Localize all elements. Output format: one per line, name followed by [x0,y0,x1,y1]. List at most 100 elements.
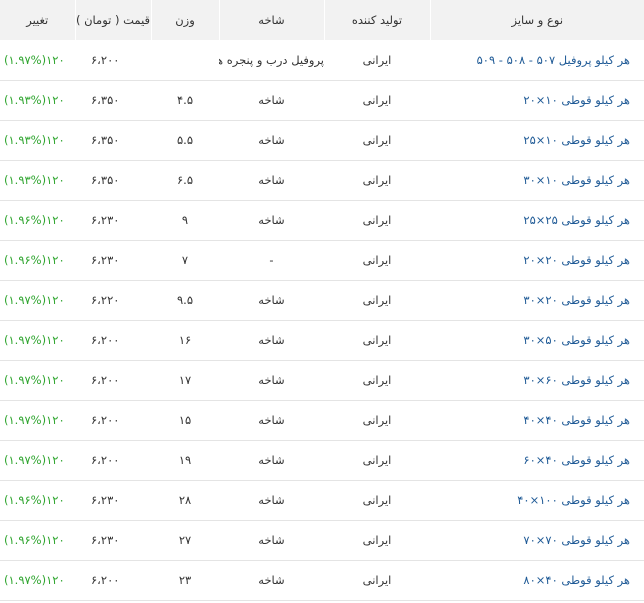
cell-change: ۱۲۰(۱.۹۷%) [4,413,65,427]
cell-type[interactable]: هر کیلو قوطی ۱۰×۲۵ [430,120,644,160]
product-link[interactable]: هر کیلو قوطی ۲۰×۳۰ [523,293,630,307]
cell-type[interactable]: هر کیلو قوطی ۲۰×۳۰ [430,280,644,320]
cell-producer: ایرانی [362,293,392,307]
cell-weight: ۶.۵ [176,173,193,187]
cell-producer: ایرانی [362,573,392,587]
cell-change: ۱۲۰(۱.۹۷%) [4,453,65,467]
cell-producer: ایرانی [362,533,392,547]
cell-producer: ایرانی [362,52,392,67]
product-link[interactable]: هر کیلو قوطی ۱۰×۲۰ [523,93,630,107]
cell-type[interactable]: هر کیلو قوطی ۵۰×۳۰ [430,320,644,360]
cell-weight: ۵.۵ [176,133,193,147]
cell-price: ۶،۳۵۰ [91,133,120,147]
cell-change: ۱۲۰(۱.۹۷%) [4,52,65,67]
product-link[interactable]: هر کیلو قوطی ۲۰×۲۰ [523,253,630,267]
cell-type[interactable]: هر کیلو قوطی ۱۰×۲۰ [430,80,644,120]
cell-change: ۱۲۰(۱.۹۶%) [4,213,65,227]
cell-price: ۶،۲۰۰ [91,413,120,427]
cell-type[interactable]: هر کیلو قوطی ۱۰۰×۴۰ [430,480,644,520]
product-link[interactable]: هر کیلو قوطی ۱۰۰×۴۰ [517,493,630,507]
header-price[interactable]: قیمت ( تومان ) [74,0,151,40]
cell-price: ۶،۲۳۰ [91,213,120,227]
cell-change: ۱۲۰(۱.۹۷%) [4,373,65,387]
table-row: هر کیلو قوطی ۷۰×۷۰ ایرانی شاخه ۲۷ ۶،۲۳۰ ۱۲۰(۱… [0,520,644,560]
cell-producer: ایرانی [362,173,392,187]
cell-change: ۱۲۰(۱.۹۶%) [4,533,65,547]
cell-price: ۶،۲۳۰ [91,253,120,267]
table-row: هر کیلو قوطی ۱۰×۳۰ ایرانی شاخه ۶.۵ ۶،۳۵۰ ۱۲۰(… [0,160,644,200]
cell-branch: شاخه [258,373,285,387]
cell-price: ۶،۲۰۰ [91,373,120,387]
cell-type[interactable]: هر کیلو قوطی ۲۰×۲۰ [430,240,644,280]
table-row: هر کیلو قوطی ۱۰×۲۰ ایرانی شاخه ۴.۵ ۶،۳۵۰ ۱۲۰(… [0,80,644,120]
cell-type[interactable]: هر کیلو پروفیل ۵۰۷ - ۵۰۸ - ۵۰۹ [430,40,644,80]
cell-type[interactable]: هر کیلو قوطی ۶۰×۳۰ [430,360,644,400]
cell-branch: شاخه [258,533,285,547]
cell-price: ۶،۲۳۰ [91,493,120,507]
cell-producer: ایرانی [362,213,392,227]
cell-producer: ایرانی [362,93,392,107]
product-link[interactable]: هر کیلو قوطی ۱۰×۳۰ [523,173,630,187]
cell-type[interactable]: هر کیلو قوطی ۷۰×۷۰ [430,520,644,560]
product-link[interactable]: هر کیلو قوطی ۴۰×۸۰ [523,573,630,587]
cell-change: ۱۲۰(۱.۹۷%) [4,293,65,307]
table-header-row: نوع و سایز تولید کننده شاخه وزن قیمت ( ت… [0,0,644,40]
cell-weight: ۱۶ [178,333,192,347]
cell-weight: ۹ [181,213,189,227]
cell-producer: ایرانی [362,493,392,507]
cell-weight: ۲۸ [178,493,192,507]
cell-branch: شاخه [258,293,285,307]
table-row: هر کیلو قوطی ۲۰×۲۰ ایرانی - ۷ ۶،۲۳۰ ۱۲۰(۱.۹۶%… [0,240,644,280]
cell-price: ۶،۲۰۰ [91,333,120,347]
table-row: هر کیلو قوطی ۲۵×۲۵ ایرانی شاخه ۹ ۶،۲۳۰ ۱۲۰(۱.… [0,200,644,240]
table-row: هر کیلو قوطی ۵۰×۳۰ ایرانی شاخه ۱۶ ۶،۲۰۰ ۱۲۰(۱… [0,320,644,360]
cell-branch: شاخه [258,173,285,187]
product-link[interactable]: هر کیلو قوطی ۴۰×۶۰ [523,453,630,467]
product-link[interactable]: هر کیلو قوطی ۴۰×۴۰ [523,413,630,427]
table-row: هر کیلو قوطی ۱۰۰×۴۰ ایرانی شاخه ۲۸ ۶،۲۳۰ ۱۲۰(… [0,480,644,520]
product-link[interactable]: هر کیلو قوطی ۷۰×۷۰ [523,533,630,547]
cell-producer: ایرانی [362,453,392,467]
cell-type[interactable]: هر کیلو قوطی ۱۰×۳۰ [430,160,644,200]
header-branch[interactable]: شاخه [218,0,324,40]
cell-branch: شاخه [258,213,285,227]
cell-branch: شاخه [258,573,285,587]
cell-weight: ۱۵ [178,413,192,427]
cell-branch: پروفیل درب و پنجره هر متر ۲.۴۴ [219,52,324,67]
cell-branch: شاخه [258,493,285,507]
cell-branch: - [269,253,274,267]
product-link[interactable]: هر کیلو قوطی ۲۵×۲۵ [523,213,630,227]
cell-change: ۱۲۰(۱.۹۳%) [4,173,65,187]
cell-weight: ۴.۵ [176,93,193,107]
product-link[interactable]: هر کیلو قوطی ۵۰×۳۰ [523,333,630,347]
cell-branch: شاخه [258,413,285,427]
cell-type[interactable]: هر کیلو قوطی ۴۰×۶۰ [430,440,644,480]
header-change[interactable]: تغییر [0,0,75,40]
cell-producer: ایرانی [362,253,392,267]
cell-producer: ایرانی [362,373,392,387]
product-link[interactable]: هر کیلو قوطی ۱۰×۲۵ [523,133,630,147]
cell-change: ۱۲۰(۱.۹۷%) [4,333,65,347]
header-producer[interactable]: تولید کننده [323,0,430,40]
cell-branch: شاخه [258,93,285,107]
cell-producer: ایرانی [362,413,392,427]
cell-branch: شاخه [258,453,285,467]
table-row: هر کیلو قوطی ۶۰×۳۰ ایرانی شاخه ۱۷ ۶،۲۰۰ ۱۲۰(۱… [0,360,644,400]
cell-type[interactable]: هر کیلو قوطی ۴۰×۸۰ [430,560,644,600]
header-type[interactable]: نوع و سایز [429,0,644,40]
cell-price: ۶،۲۲۰ [91,293,120,307]
cell-producer: ایرانی [362,333,392,347]
cell-type[interactable]: هر کیلو قوطی ۴۰×۴۰ [430,400,644,440]
cell-price: ۶،۲۰۰ [91,52,120,67]
cell-price: ۶،۲۳۰ [91,533,120,547]
cell-change: ۱۲۰(۱.۹۶%) [4,253,65,267]
cell-branch: شاخه [258,333,285,347]
cell-weight: ۹.۵ [176,293,193,307]
cell-weight: ۷ [181,253,189,267]
cell-price: ۶،۲۰۰ [91,573,120,587]
product-link[interactable]: هر کیلو پروفیل ۵۰۷ - ۵۰۸ - ۵۰۹ [477,53,630,67]
product-link[interactable]: هر کیلو قوطی ۶۰×۳۰ [523,373,630,387]
cell-type[interactable]: هر کیلو قوطی ۲۵×۲۵ [430,200,644,240]
cell-price: ۶،۳۵۰ [91,93,120,107]
header-weight[interactable]: وزن [150,0,219,40]
